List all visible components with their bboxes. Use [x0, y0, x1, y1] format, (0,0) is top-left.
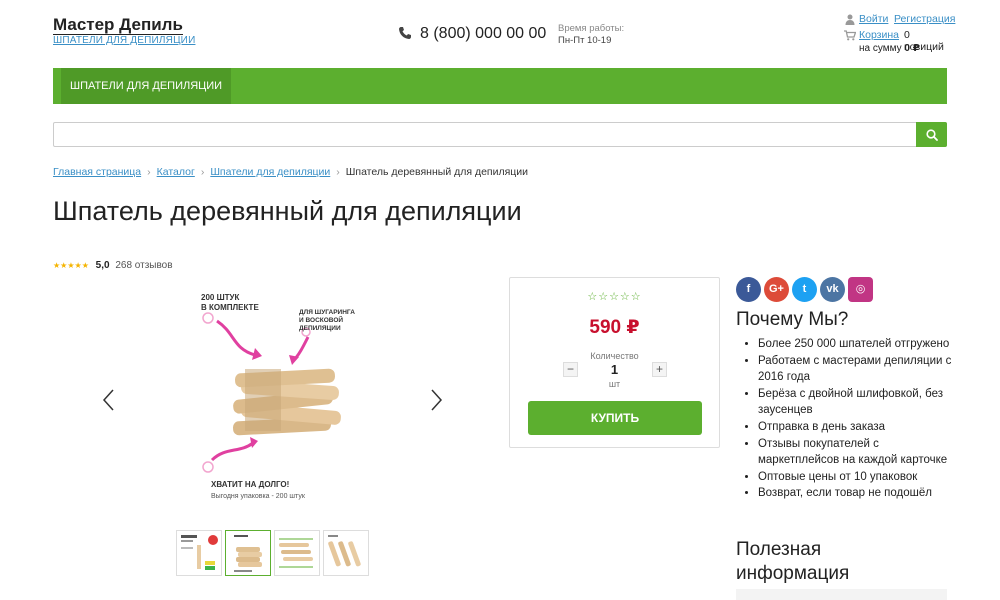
rating-stars: ★★★★★ [53, 261, 89, 270]
thumbnail[interactable] [274, 530, 320, 576]
cart-sum-label: на сумму [859, 43, 902, 54]
twitter-icon[interactable]: t [792, 277, 817, 302]
product-gallery: 200 ШТУК В КОМПЛЕКТЕ ДЛЯ ШУГАРИНГА И ВОС… [95, 285, 450, 510]
cart-icon [844, 30, 856, 41]
search-bar [53, 122, 947, 147]
breadcrumb-home[interactable]: Главная страница [53, 166, 141, 178]
product-price: 590 ₽ [589, 317, 640, 338]
thumbnail-image [181, 535, 218, 570]
logo-title[interactable]: Мастер Депиль [53, 16, 183, 35]
instagram-icon[interactable]: ◎ [848, 277, 873, 302]
search-input[interactable] [54, 123, 916, 146]
rating-value: 5,0 [95, 260, 110, 271]
phone-number[interactable]: 8 (800) 000 00 00 [420, 25, 546, 43]
cart-sum-value: 0 ₽ [904, 43, 920, 54]
buy-button[interactable]: Купить [528, 401, 702, 435]
thumbnail[interactable] [176, 530, 222, 576]
nav-item-spatulas[interactable]: Шпатели для депиляции [61, 68, 232, 104]
image-text-pack: Выгодня упаковка - 200 штук [211, 493, 306, 500]
quantity-value[interactable]: 1 [510, 362, 719, 377]
image-text-usage-3: ДЕПИЛЯЦИИ [299, 325, 341, 332]
list-item: Отзывы покупателей с маркетплейсов на ка… [758, 436, 958, 469]
logo-subtitle[interactable]: ШПАТЕЛИ ДЛЯ ДЕПИЛЯЦИИ [53, 35, 195, 46]
list-item: Оптовые цены от 10 упаковок [758, 469, 958, 486]
list-item: Более 250 000 шпателей отгружено [758, 336, 958, 353]
image-text-count: 200 ШТУК [201, 293, 239, 302]
breadcrumb: Главная страница › Каталог › Шпатели для деп… [53, 166, 528, 178]
chevron-right-icon[interactable] [429, 388, 443, 412]
login-link[interactable]: Войти [859, 13, 888, 25]
chevron-left-icon[interactable] [102, 388, 116, 412]
product-image: 200 ШТУК В КОМПЛЕКТЕ ДЛЯ ШУГАРИНГА И ВОС… [201, 293, 355, 500]
thumbnail-image [234, 535, 262, 572]
chevron-right-icon: › [147, 166, 151, 178]
register-link[interactable]: Регистрация [894, 13, 955, 25]
list-item: Возврат, если товар не подошёл [758, 485, 958, 502]
thumbnail-image [279, 538, 313, 568]
quantity-label: Количество [590, 351, 639, 361]
useful-info-box [736, 589, 947, 600]
cart-link[interactable]: Корзина [859, 29, 899, 41]
search-button[interactable] [916, 122, 947, 147]
rating-count[interactable]: 268 отзывов [115, 260, 172, 271]
hours-label: Время работы: [558, 23, 625, 34]
list-item: Работаем с мастерами депиляции с 2016 го… [758, 353, 958, 386]
thumbnail[interactable] [323, 530, 369, 576]
spatula-stack [233, 368, 341, 436]
page-title: Шпатель деревянный для депиляции [53, 196, 522, 226]
why-us-list: Более 250 000 шпателей отгружено Работае… [758, 336, 958, 502]
phone-icon [399, 27, 411, 39]
main-nav: Шпатели для депиляции [53, 68, 947, 104]
breadcrumb-catalog[interactable]: Каталог [157, 166, 195, 178]
image-text-count-2: В КОМПЛЕКТЕ [201, 303, 259, 312]
image-text-usage-2: И ВОСКОВОЙ [299, 315, 343, 324]
useful-info-title: Полезная информация [736, 539, 850, 584]
breadcrumb-category[interactable]: Шпатели для депиляции [210, 166, 330, 178]
list-item: Отправка в день заказа [758, 419, 958, 436]
breadcrumb-current: Шпатель деревянный для депиляции [345, 166, 529, 178]
user-icon [845, 14, 855, 25]
quantity-increase-button[interactable]: + [652, 362, 667, 377]
thumbnail-image [328, 535, 361, 567]
chevron-right-icon: › [336, 166, 340, 178]
rate-stars[interactable]: ☆☆☆☆☆ [510, 290, 719, 303]
hours-value: Пн-Пт 10-19 [558, 35, 612, 46]
list-item: Берёза с двойной шлифовкой, без заусенце… [758, 386, 958, 419]
google-plus-icon[interactable]: G+ [764, 277, 789, 302]
thumbnail[interactable] [225, 530, 271, 576]
site-header: Мастер Депиль ШПАТЕЛИ ДЛЯ ДЕПИЛЯЦИИ 8 (8… [53, 0, 955, 68]
image-text-usage: ДЛЯ ШУГАРИНГА [299, 309, 355, 316]
search-icon [925, 128, 938, 141]
image-text-lasting: ХВАТИТ НА ДОЛГО! [211, 480, 289, 489]
buy-box: ☆☆☆☆☆ 590 ₽ Количество − 1 + шт Купить [509, 277, 720, 448]
chevron-right-icon: › [200, 166, 205, 178]
product-rating: ★★★★★ 5,0 268 отзывов [53, 260, 173, 271]
why-us-title: Почему Мы? [736, 309, 849, 330]
facebook-icon[interactable]: f [736, 277, 761, 302]
vk-icon[interactable]: vk [820, 277, 845, 302]
quantity-unit: шт [608, 379, 621, 389]
cart-sum: на сумму 0 ₽ [859, 43, 920, 54]
